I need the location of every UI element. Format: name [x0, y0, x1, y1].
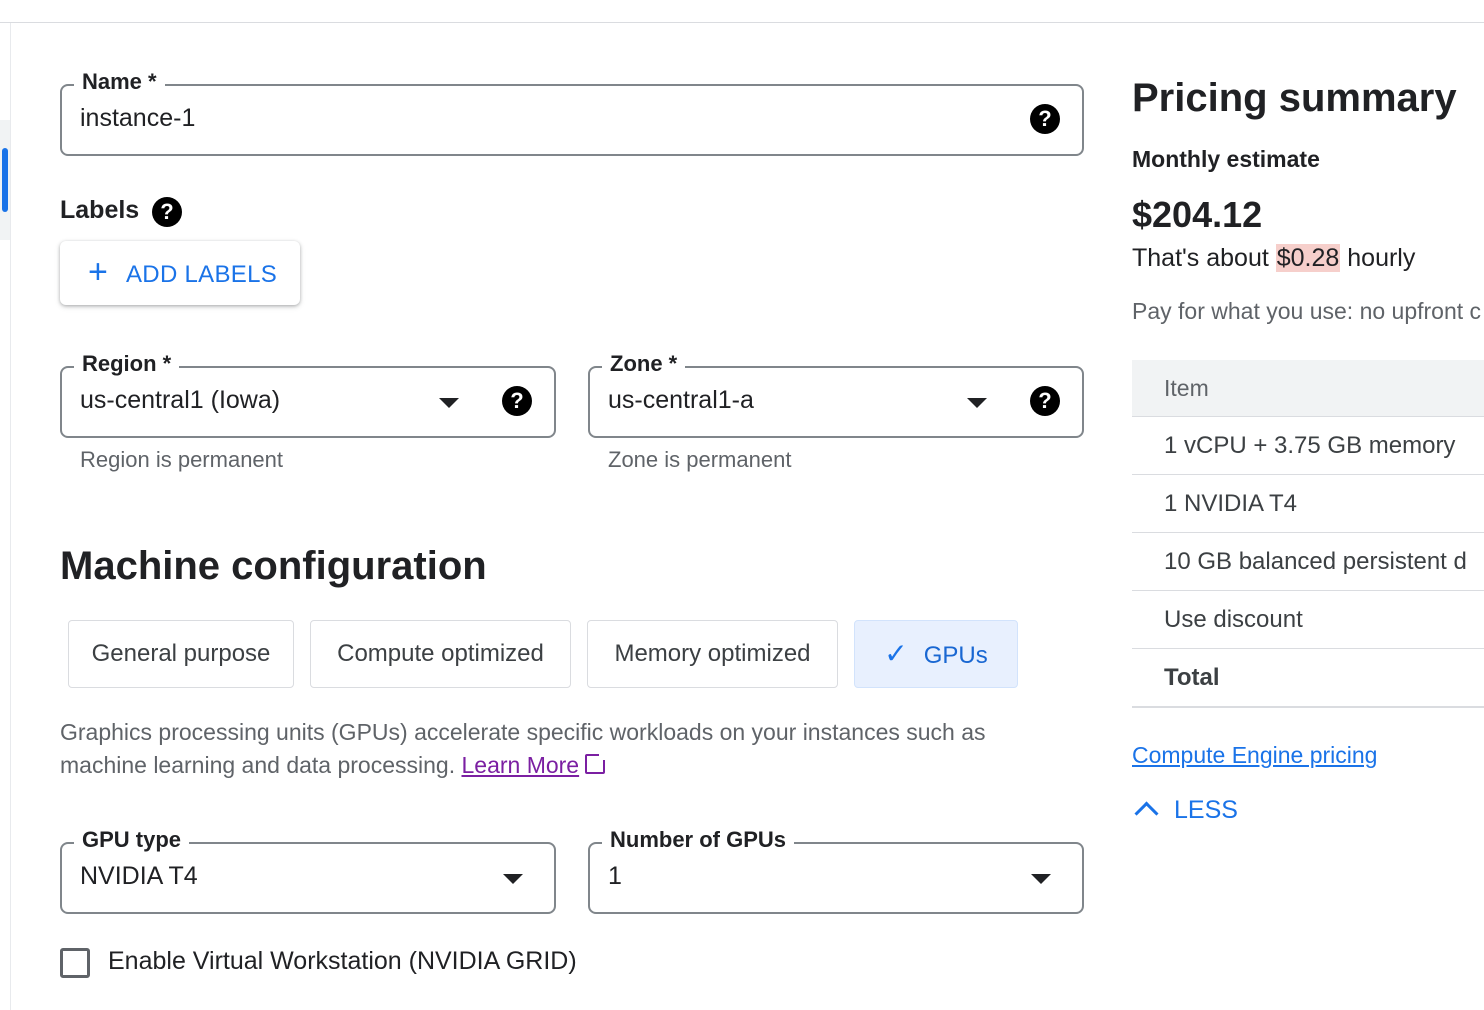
monthly-price: $204.12	[1132, 194, 1263, 235]
dropdown-arrow-icon[interactable]	[503, 874, 523, 884]
learn-more-link[interactable]: Learn More	[461, 752, 579, 778]
compute-engine-pricing-link[interactable]: Compute Engine pricing	[1132, 742, 1377, 769]
dropdown-arrow-icon[interactable]	[967, 398, 987, 408]
zone-selected-value: us-central1-a	[608, 386, 754, 414]
add-labels-label: ADD LABELS	[126, 261, 278, 288]
gpu-type-label: GPU type	[74, 827, 190, 853]
tab-label: General purpose	[91, 640, 271, 667]
region-selected-value: us-central1 (Iowa)	[80, 386, 281, 414]
hourly-price: $0.28	[1275, 244, 1341, 272]
pricing-table-row: Use discount	[1132, 591, 1484, 649]
pricing-table-header: Item	[1132, 360, 1484, 417]
dropdown-arrow-icon[interactable]	[1031, 874, 1051, 884]
zone-select[interactable]: Zone * us-central1-a ?	[588, 351, 1084, 438]
gpu-type-select[interactable]: GPU type NVIDIA T4	[60, 827, 556, 914]
gpu-type-value: NVIDIA T4	[80, 862, 198, 890]
external-link-icon[interactable]	[585, 751, 609, 774]
pricing-table-row: 10 GB balanced persistent d	[1132, 533, 1484, 591]
region-select[interactable]: Region * us-central1 (Iowa) ?	[60, 351, 556, 438]
region-field-label: Region *	[74, 351, 180, 377]
virtual-workstation-label[interactable]: Enable Virtual Workstation (NVIDIA GRID)	[108, 947, 577, 976]
name-input-value[interactable]: instance-1	[80, 104, 195, 133]
monthly-estimate-label: Monthly estimate	[1132, 146, 1320, 172]
name-field-label: Name *	[74, 69, 165, 95]
check-icon: ✓	[884, 638, 908, 669]
add-labels-button[interactable]: + ADD LABELS	[60, 241, 300, 305]
machine-configuration-title: Machine configuration	[60, 544, 487, 588]
hourly-prefix: That's about	[1132, 244, 1276, 272]
left-divider	[10, 23, 11, 1010]
tab-label: Memory optimized	[614, 640, 811, 667]
pricing-note: Pay for what you use: no upfront c	[1132, 298, 1482, 324]
pricing-summary-title: Pricing summary	[1132, 76, 1457, 120]
tab-label: Compute optimized	[337, 640, 544, 667]
chevron-up-icon	[1134, 801, 1159, 826]
less-label: LESS	[1174, 796, 1238, 824]
region-hint: Region is permanent	[80, 447, 284, 472]
pricing-table: Item 1 vCPU + 3.75 GB memory 1 NVIDIA T4…	[1132, 360, 1484, 708]
gpu-description: Graphics processing units (GPUs) acceler…	[60, 716, 1060, 782]
pricing-table-row: 1 NVIDIA T4	[1132, 475, 1484, 533]
tab-label: GPUs	[923, 642, 988, 669]
zone-field-label: Zone *	[602, 351, 686, 377]
help-icon[interactable]: ?	[152, 197, 182, 227]
zone-hint: Zone is permanent	[608, 447, 792, 472]
gpu-count-select[interactable]: Number of GPUs 1	[588, 827, 1084, 914]
labels-title: Labels	[60, 196, 140, 224]
gpu-count-label: Number of GPUs	[602, 827, 795, 853]
gpu-count-value: 1	[608, 862, 622, 890]
tab-general-purpose[interactable]: General purpose	[68, 620, 294, 688]
hourly-estimate: That's about $0.28 hourly	[1132, 244, 1415, 273]
help-icon[interactable]: ?	[1030, 386, 1060, 416]
dropdown-arrow-icon[interactable]	[439, 398, 459, 408]
tab-memory-optimized[interactable]: Memory optimized	[587, 620, 838, 688]
tab-gpus[interactable]: ✓ GPUs	[854, 620, 1018, 688]
side-nav-active-indicator	[2, 148, 8, 212]
plus-icon: +	[88, 253, 108, 291]
pricing-table-row: 1 vCPU + 3.75 GB memory	[1132, 417, 1484, 475]
virtual-workstation-checkbox[interactable]	[60, 948, 90, 978]
help-icon[interactable]: ?	[1030, 104, 1060, 134]
top-divider	[0, 22, 1484, 23]
pricing-table-total: Total	[1132, 649, 1484, 708]
help-icon[interactable]: ?	[502, 386, 532, 416]
tab-compute-optimized[interactable]: Compute optimized	[310, 620, 571, 688]
name-field[interactable]: Name * instance-1 ?	[60, 69, 1084, 156]
hourly-suffix: hourly	[1340, 244, 1416, 272]
